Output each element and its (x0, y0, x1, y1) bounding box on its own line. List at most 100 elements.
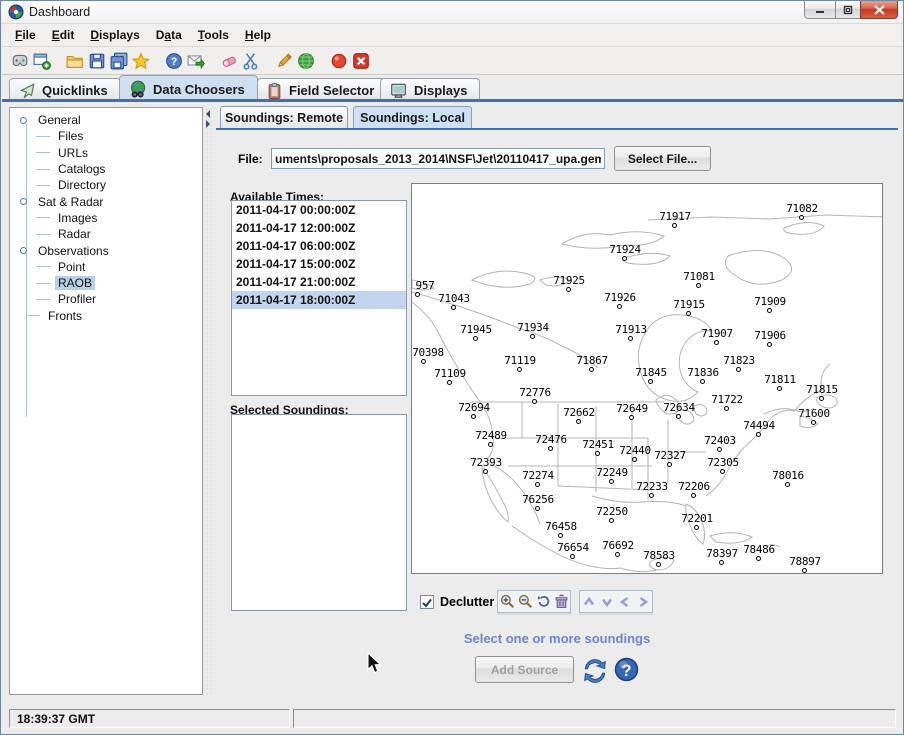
select-file-button[interactable]: Select File... (614, 146, 711, 171)
minimize-button[interactable] (804, 1, 836, 19)
pan-right-icon[interactable] (634, 591, 652, 612)
station-marker[interactable] (566, 287, 571, 292)
station-marker[interactable] (609, 479, 614, 484)
tab-data-choosers[interactable]: Data Choosers (119, 75, 258, 102)
station-marker[interactable] (672, 223, 677, 228)
tree-item-sat-radar[interactable]: Sat & Radar (10, 193, 202, 209)
pan-up-icon[interactable] (580, 591, 598, 612)
new-window-icon[interactable] (32, 51, 52, 71)
station-marker[interactable] (473, 336, 478, 341)
station-marker[interactable] (777, 386, 782, 391)
save-icon[interactable] (87, 51, 107, 71)
time-list-item[interactable]: 2011-04-17 06:00:00Z (232, 237, 406, 255)
station-marker[interactable] (720, 469, 725, 474)
record-icon[interactable] (329, 51, 349, 71)
station-marker[interactable] (532, 399, 537, 404)
station-marker[interactable] (447, 380, 452, 385)
station-marker[interactable] (714, 340, 719, 345)
cut-icon[interactable] (241, 51, 261, 71)
tree-item-files[interactable]: Files (10, 128, 202, 144)
station-marker[interactable] (589, 367, 594, 372)
dashboard-icon[interactable] (10, 51, 30, 71)
station-marker[interactable] (736, 367, 741, 372)
menu-item-data[interactable]: Data (148, 25, 190, 45)
station-marker[interactable] (676, 414, 681, 419)
close-button[interactable] (860, 1, 898, 19)
station-marker[interactable] (535, 506, 540, 511)
home-view-icon[interactable] (552, 591, 570, 612)
tree-item-raob[interactable]: RAOB (10, 275, 202, 291)
time-list-item[interactable]: 2011-04-17 21:00:00Z (232, 273, 406, 291)
station-marker[interactable] (628, 336, 633, 341)
station-marker[interactable] (819, 396, 824, 401)
station-marker[interactable] (421, 359, 426, 364)
support-mail-icon[interactable] (186, 51, 206, 71)
station-marker[interactable] (548, 446, 553, 451)
tab-soundings-local[interactable]: Soundings: Local (353, 106, 472, 129)
station-marker[interactable] (767, 342, 772, 347)
station-marker[interactable] (530, 334, 535, 339)
tree-item-fronts[interactable]: Fronts (10, 308, 202, 324)
tree-item-general[interactable]: General (10, 112, 202, 128)
station-marker[interactable] (632, 457, 637, 462)
menu-item-tools[interactable]: Tools (190, 25, 237, 45)
erase-icon[interactable] (219, 51, 239, 71)
time-list-item[interactable]: 2011-04-17 12:00:00Z (232, 219, 406, 237)
station-marker[interactable] (488, 442, 493, 447)
station-marker[interactable] (483, 469, 488, 474)
open-folder-icon[interactable] (65, 51, 85, 71)
station-marker[interactable] (802, 568, 807, 573)
time-list-item[interactable]: 2011-04-17 15:00:00Z (232, 255, 406, 273)
station-marker[interactable] (451, 305, 456, 310)
menu-item-help[interactable]: Help (237, 25, 279, 45)
tree-item-catalogs[interactable]: Catalogs (10, 161, 202, 177)
station-marker[interactable] (471, 414, 476, 419)
globe-icon[interactable] (296, 51, 316, 71)
station-marker[interactable] (717, 447, 722, 452)
station-marker[interactable] (756, 432, 761, 437)
file-path-input[interactable] (271, 148, 605, 169)
station-marker[interactable] (609, 518, 614, 523)
menu-item-displays[interactable]: Displays (82, 25, 147, 45)
help-button-icon[interactable]: ? (613, 656, 640, 683)
station-marker[interactable] (811, 420, 816, 425)
station-marker[interactable] (576, 419, 581, 424)
station-marker[interactable] (696, 283, 701, 288)
station-marker[interactable] (629, 415, 634, 420)
station-marker[interactable] (558, 533, 563, 538)
menu-item-file[interactable]: File (7, 25, 44, 45)
favorites-star-icon[interactable] (131, 51, 151, 71)
zoom-out-icon[interactable] (516, 591, 534, 612)
station-marker[interactable] (756, 556, 761, 561)
station-marker[interactable] (724, 406, 729, 411)
pan-left-icon[interactable] (616, 591, 634, 612)
available-times-list[interactable]: 2011-04-17 00:00:00Z2011-04-17 12:00:00Z… (231, 200, 407, 396)
tree-item-urls[interactable]: URLs (10, 145, 202, 161)
add-source-button[interactable]: Add Source (475, 656, 574, 683)
time-list-item[interactable]: 2011-04-17 00:00:00Z (232, 201, 406, 219)
station-marker[interactable] (785, 482, 790, 487)
split-divider[interactable] (205, 107, 215, 695)
stop-icon[interactable] (351, 51, 371, 71)
tree-item-observations[interactable]: Observations (10, 242, 202, 258)
sounding-map[interactable]: 9577191771082719247192571081710437192671… (411, 183, 883, 574)
station-marker[interactable] (719, 560, 724, 565)
time-list-item[interactable]: 2011-04-17 18:00:00Z (232, 291, 406, 309)
tree-expand-handle[interactable] (20, 198, 27, 205)
help-icon[interactable]: ? (164, 51, 184, 71)
station-marker[interactable] (686, 311, 691, 316)
station-marker[interactable] (656, 562, 661, 567)
station-marker[interactable] (700, 379, 705, 384)
station-marker[interactable] (767, 308, 772, 313)
refresh-icon[interactable] (581, 657, 608, 684)
station-marker[interactable] (799, 215, 804, 220)
station-marker[interactable] (694, 525, 699, 530)
tree-item-point[interactable]: Point (10, 259, 202, 275)
station-marker[interactable] (517, 367, 522, 372)
selected-soundings-list[interactable] (231, 414, 407, 611)
station-marker[interactable] (415, 292, 420, 297)
station-marker[interactable] (617, 304, 622, 309)
save-all-icon[interactable] (109, 51, 129, 71)
zoom-in-icon[interactable] (498, 591, 516, 612)
station-marker[interactable] (648, 379, 653, 384)
